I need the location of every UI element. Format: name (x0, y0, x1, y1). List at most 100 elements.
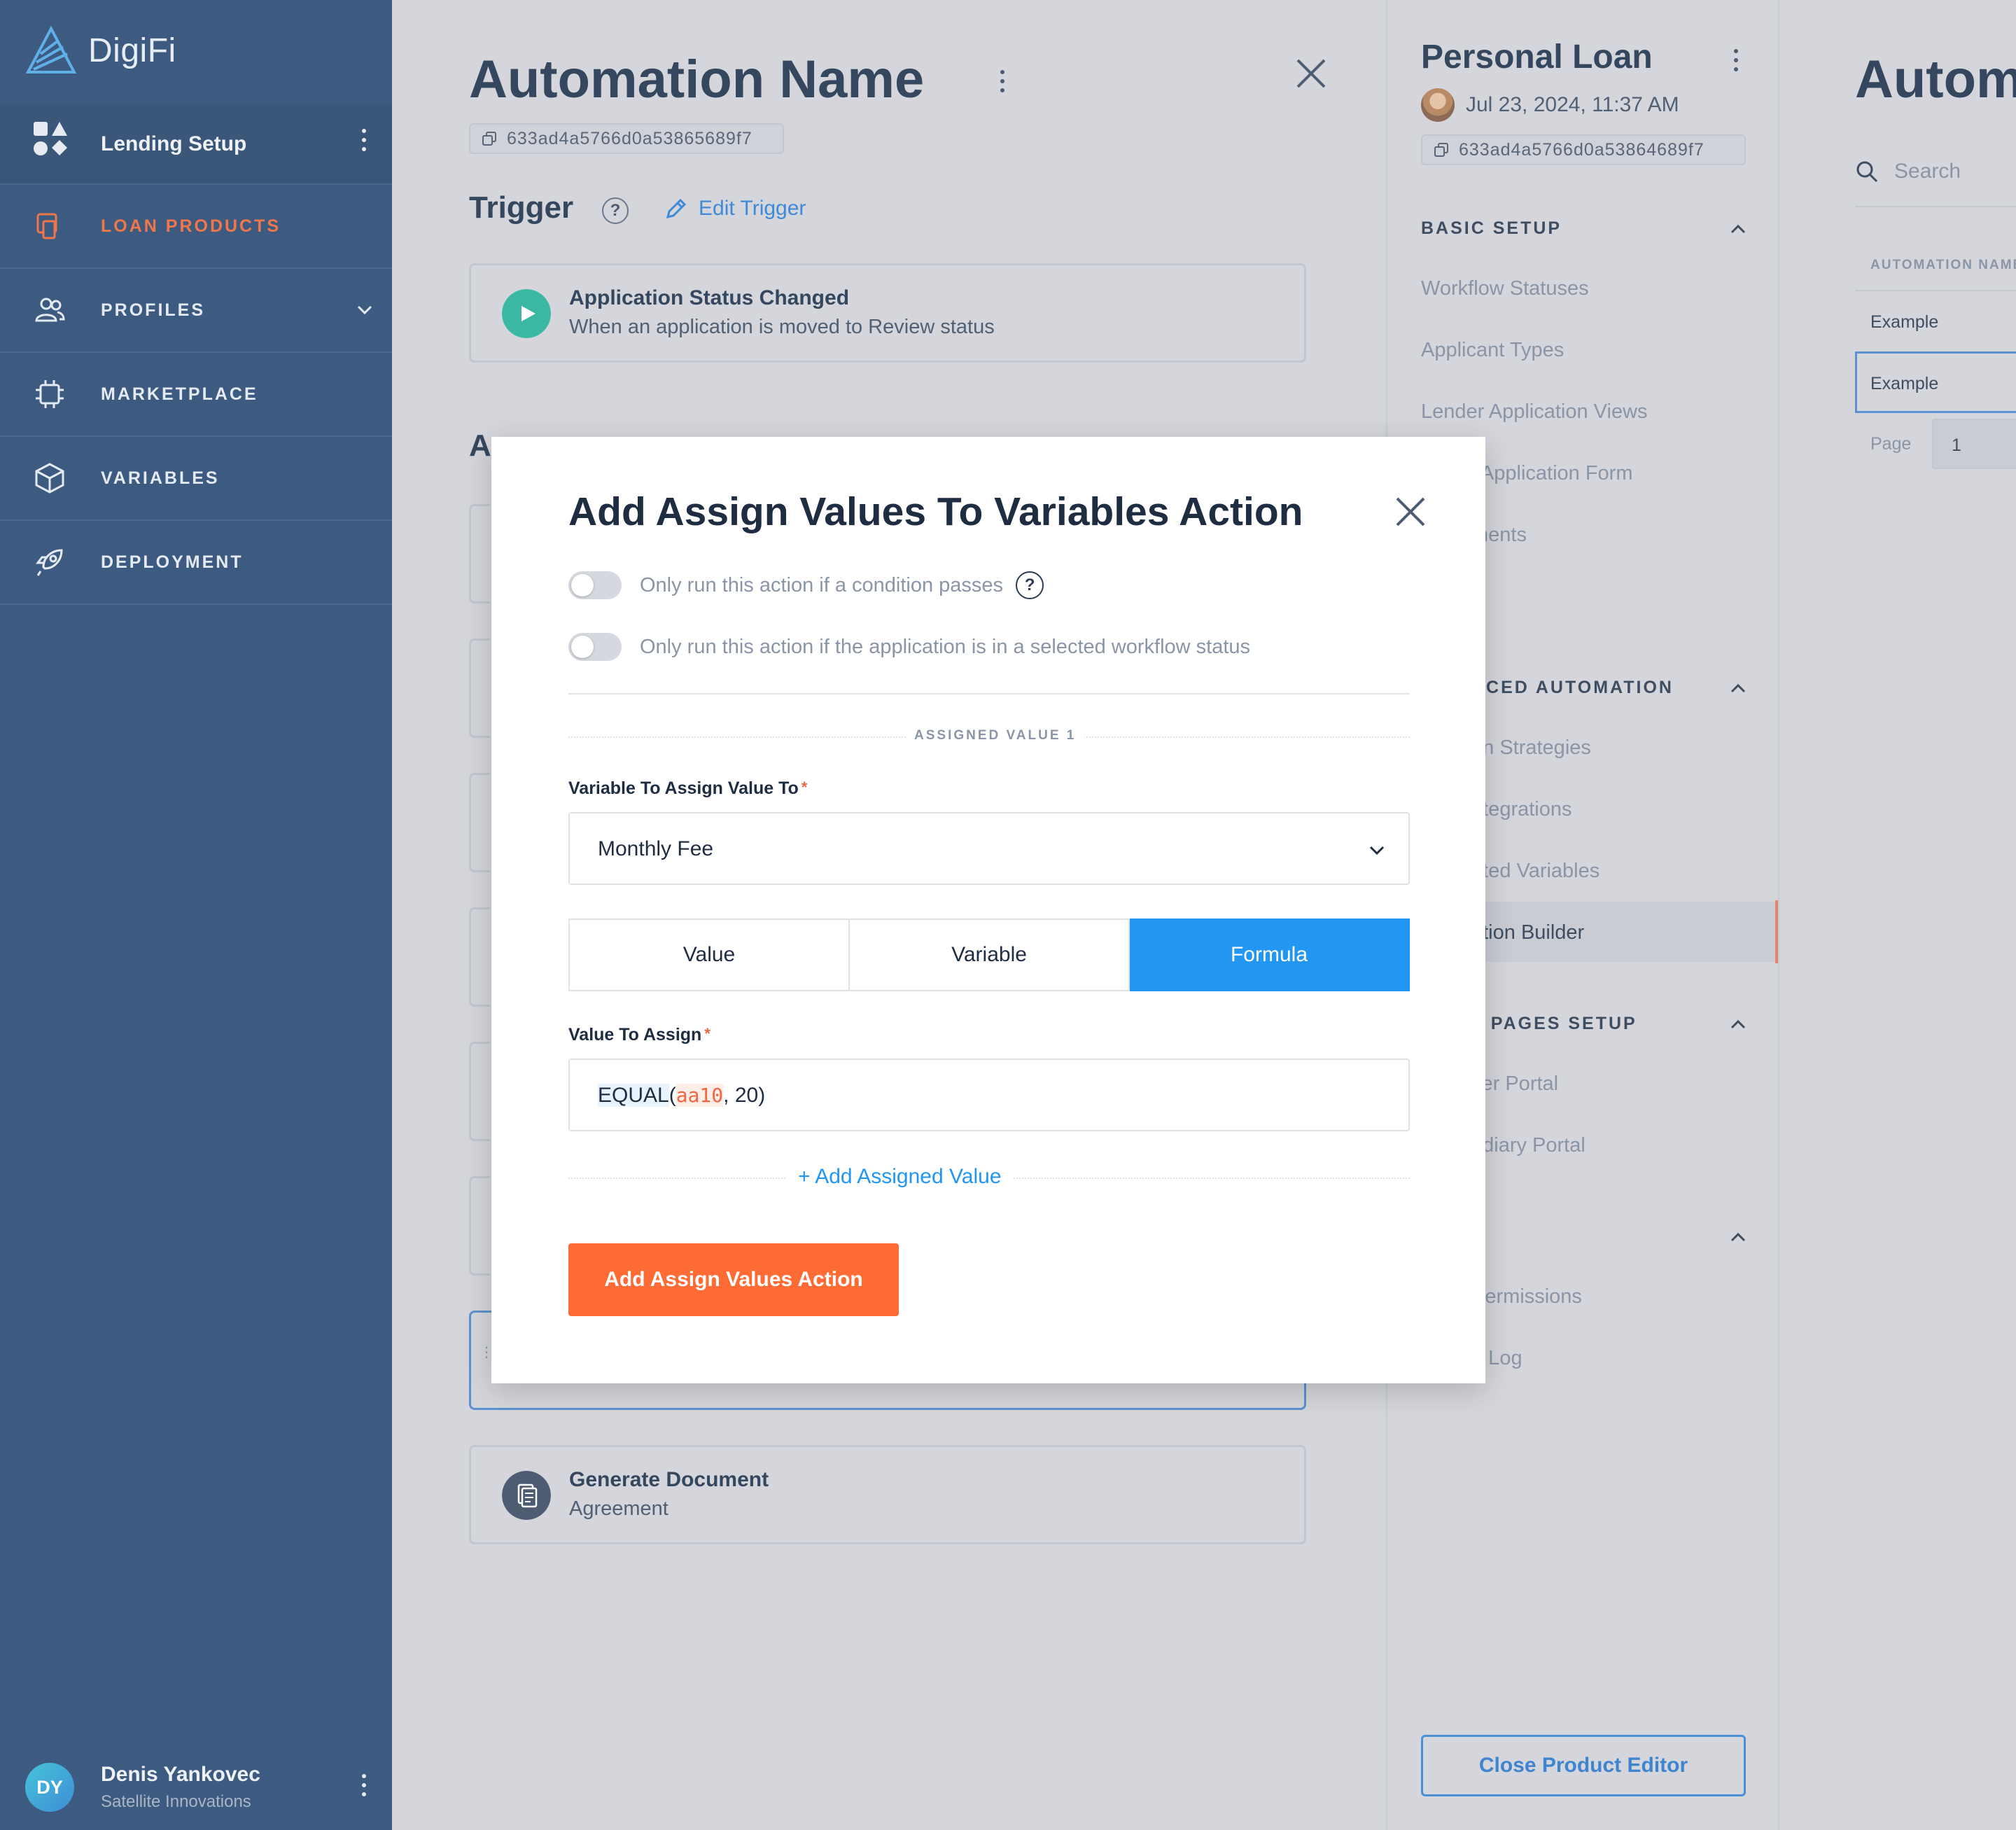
sidebar-item-loan-products[interactable]: LOAN PRODUCTS (0, 185, 392, 269)
link-decision-strategies[interactable]: on Strategies (1471, 736, 1591, 760)
profiles-icon (35, 298, 65, 322)
tab-variable[interactable]: Variable (850, 919, 1130, 991)
sidebar-item-label: DEPLOYMENT (101, 552, 244, 572)
action-card[interactable] (469, 1042, 490, 1141)
workspace-label: Lending Setup (101, 132, 247, 155)
sidebar-item-label: LOAN PRODUCTS (101, 216, 281, 236)
chevron-down-icon[interactable] (356, 301, 374, 319)
modal-title: Add Assign Values To Variables Action (568, 489, 1303, 534)
product-id-copy[interactable]: 633ad4a5766d0a53864689f7 (1421, 134, 1746, 165)
automation-menu-kebab-icon[interactable] (1000, 70, 1005, 92)
action-card[interactable] (469, 907, 490, 1007)
user-organization: Satellite Innovations (101, 1792, 251, 1811)
product-id: 633ad4a5766d0a53864689f7 (1459, 139, 1704, 160)
workspace-menu-kebab-icon[interactable] (361, 129, 367, 151)
avatar (1421, 88, 1455, 122)
link-intermediary-portal[interactable]: ediary Portal (1471, 1134, 1586, 1157)
search-input[interactable]: Search (1855, 160, 1961, 183)
tab-value[interactable]: Value (568, 919, 850, 991)
workspace-switcher[interactable]: Lending Setup (0, 105, 392, 185)
chevron-up-icon[interactable] (1729, 1015, 1747, 1033)
condition-toggle-row: Only run this action if a condition pass… (568, 571, 1044, 599)
add-assign-values-action-button[interactable]: Add Assign Values Action (568, 1243, 899, 1316)
play-icon (502, 289, 551, 338)
variable-select[interactable]: Monthly Fee (568, 812, 1410, 885)
edit-trigger-link[interactable]: Edit Trigger (664, 196, 806, 221)
assigned-value-label: ASSIGNED VALUE 1 (906, 728, 1085, 743)
loan-products-icon (36, 213, 57, 239)
pencil-icon (666, 198, 687, 219)
variable-field-label: Variable To Assign Value To * (568, 778, 807, 799)
search-underline (1855, 206, 2016, 207)
add-assign-values-modal: Add Assign Values To Variables Action On… (491, 437, 1485, 1383)
sidebar-item-variables[interactable]: VARIABLES (0, 437, 392, 521)
automation-id: 633ad4a5766d0a53865689f7 (507, 128, 752, 148)
automations-title: Autom (1855, 50, 2016, 109)
page-title: Automation Name (469, 50, 925, 109)
sidebar-item-label: VARIABLES (101, 468, 220, 488)
sidebar-item-profiles[interactable]: PROFILES (0, 269, 392, 353)
action-card[interactable] (469, 504, 490, 603)
close-product-editor-button[interactable]: Close Product Editor (1421, 1735, 1746, 1796)
app-name: DigiFi (88, 32, 176, 69)
copy-icon (1434, 143, 1448, 157)
user-profile[interactable]: DY Denis Yankovec Satellite Innovations (0, 1756, 392, 1819)
section-advanced-automation[interactable]: NCED AUTOMATION (1471, 678, 1674, 698)
divider (568, 693, 1410, 694)
product-date: Jul 23, 2024, 11:37 AM (1466, 93, 1679, 116)
status-toggle-label: Only run this action if the application … (640, 635, 1251, 658)
copy-icon (482, 132, 496, 146)
marketplace-chip-icon (36, 380, 64, 408)
sidebar-item-marketplace[interactable]: MARKETPLACE (0, 353, 392, 437)
value-type-segmented-control: Value Variable Formula (568, 919, 1410, 991)
action-card[interactable] (469, 1176, 490, 1276)
variable-field-label-text: Variable To Assign Value To (568, 778, 799, 798)
digifi-logo[interactable]: DigiFi (25, 25, 176, 76)
user-name: Denis Yankovec (101, 1763, 260, 1786)
link-calculated-variables[interactable]: ated Variables (1471, 860, 1600, 883)
close-icon[interactable] (1394, 496, 1427, 528)
chevron-up-icon[interactable] (1729, 679, 1747, 697)
trigger-heading: Trigger (469, 190, 574, 225)
link-integrations[interactable]: ntegrations (1471, 798, 1572, 821)
table-row[interactable]: Example (1870, 312, 1938, 333)
action-card-subtitle: Agreement (569, 1497, 668, 1520)
automation-id-copy[interactable]: 633ad4a5766d0a53865689f7 (469, 123, 784, 154)
sidebar-item-label: PROFILES (101, 300, 206, 320)
formula-text: EQUAL(aa10, 20) (598, 1084, 765, 1108)
section-portal-pages-setup[interactable]: L PAGES SETUP (1471, 1014, 1637, 1034)
formula-variable: aa10 (676, 1084, 724, 1107)
value-field-label-text: Value To Assign (568, 1025, 702, 1045)
automations-list-panel: Autom Search AUTOMATION NAME Example Exa… (1778, 0, 2016, 1830)
section-basic-setup[interactable]: BASIC SETUP (1421, 218, 1562, 239)
action-card[interactable] (469, 773, 490, 872)
condition-help-icon[interactable]: ? (1016, 571, 1044, 599)
chevron-up-icon[interactable] (1729, 1228, 1747, 1246)
link-applicant-types[interactable]: Applicant Types (1421, 339, 1564, 362)
action-card-generate-document[interactable]: Generate Document Agreement (469, 1445, 1306, 1544)
product-menu-kebab-icon[interactable] (1733, 49, 1739, 71)
chevron-up-icon[interactable] (1729, 220, 1747, 238)
action-card[interactable] (469, 638, 490, 738)
avatar: DY (25, 1763, 74, 1812)
close-icon[interactable] (1294, 56, 1329, 91)
user-menu-kebab-icon[interactable] (361, 1774, 367, 1796)
add-assigned-value-link[interactable]: + Add Assigned Value (787, 1165, 1013, 1189)
link-application-form[interactable]: l Application Form (1471, 462, 1633, 485)
link-permissions[interactable]: Permissions (1471, 1285, 1582, 1308)
link-automation-builder[interactable]: ation Builder (1471, 921, 1584, 944)
required-mark: * (704, 1025, 710, 1042)
tab-formula[interactable]: Formula (1130, 919, 1410, 991)
workflow-status-toggle[interactable] (568, 633, 622, 661)
link-lender-application-views[interactable]: Lender Application Views (1421, 400, 1648, 424)
condition-toggle[interactable] (568, 571, 622, 599)
formula-function: EQUAL (598, 1084, 669, 1107)
table-row[interactable]: Example (1870, 374, 1938, 394)
lending-setup-shapes-icon (34, 122, 67, 155)
page-input[interactable]: 1 (1932, 419, 2016, 469)
trigger-help-icon[interactable]: ? (602, 197, 629, 224)
trigger-card[interactable]: Application Status Changed When an appli… (469, 263, 1306, 363)
formula-input[interactable]: EQUAL(aa10, 20) (568, 1059, 1410, 1131)
sidebar-item-deployment[interactable]: DEPLOYMENT (0, 521, 392, 605)
link-workflow-statuses[interactable]: Workflow Statuses (1421, 277, 1589, 300)
